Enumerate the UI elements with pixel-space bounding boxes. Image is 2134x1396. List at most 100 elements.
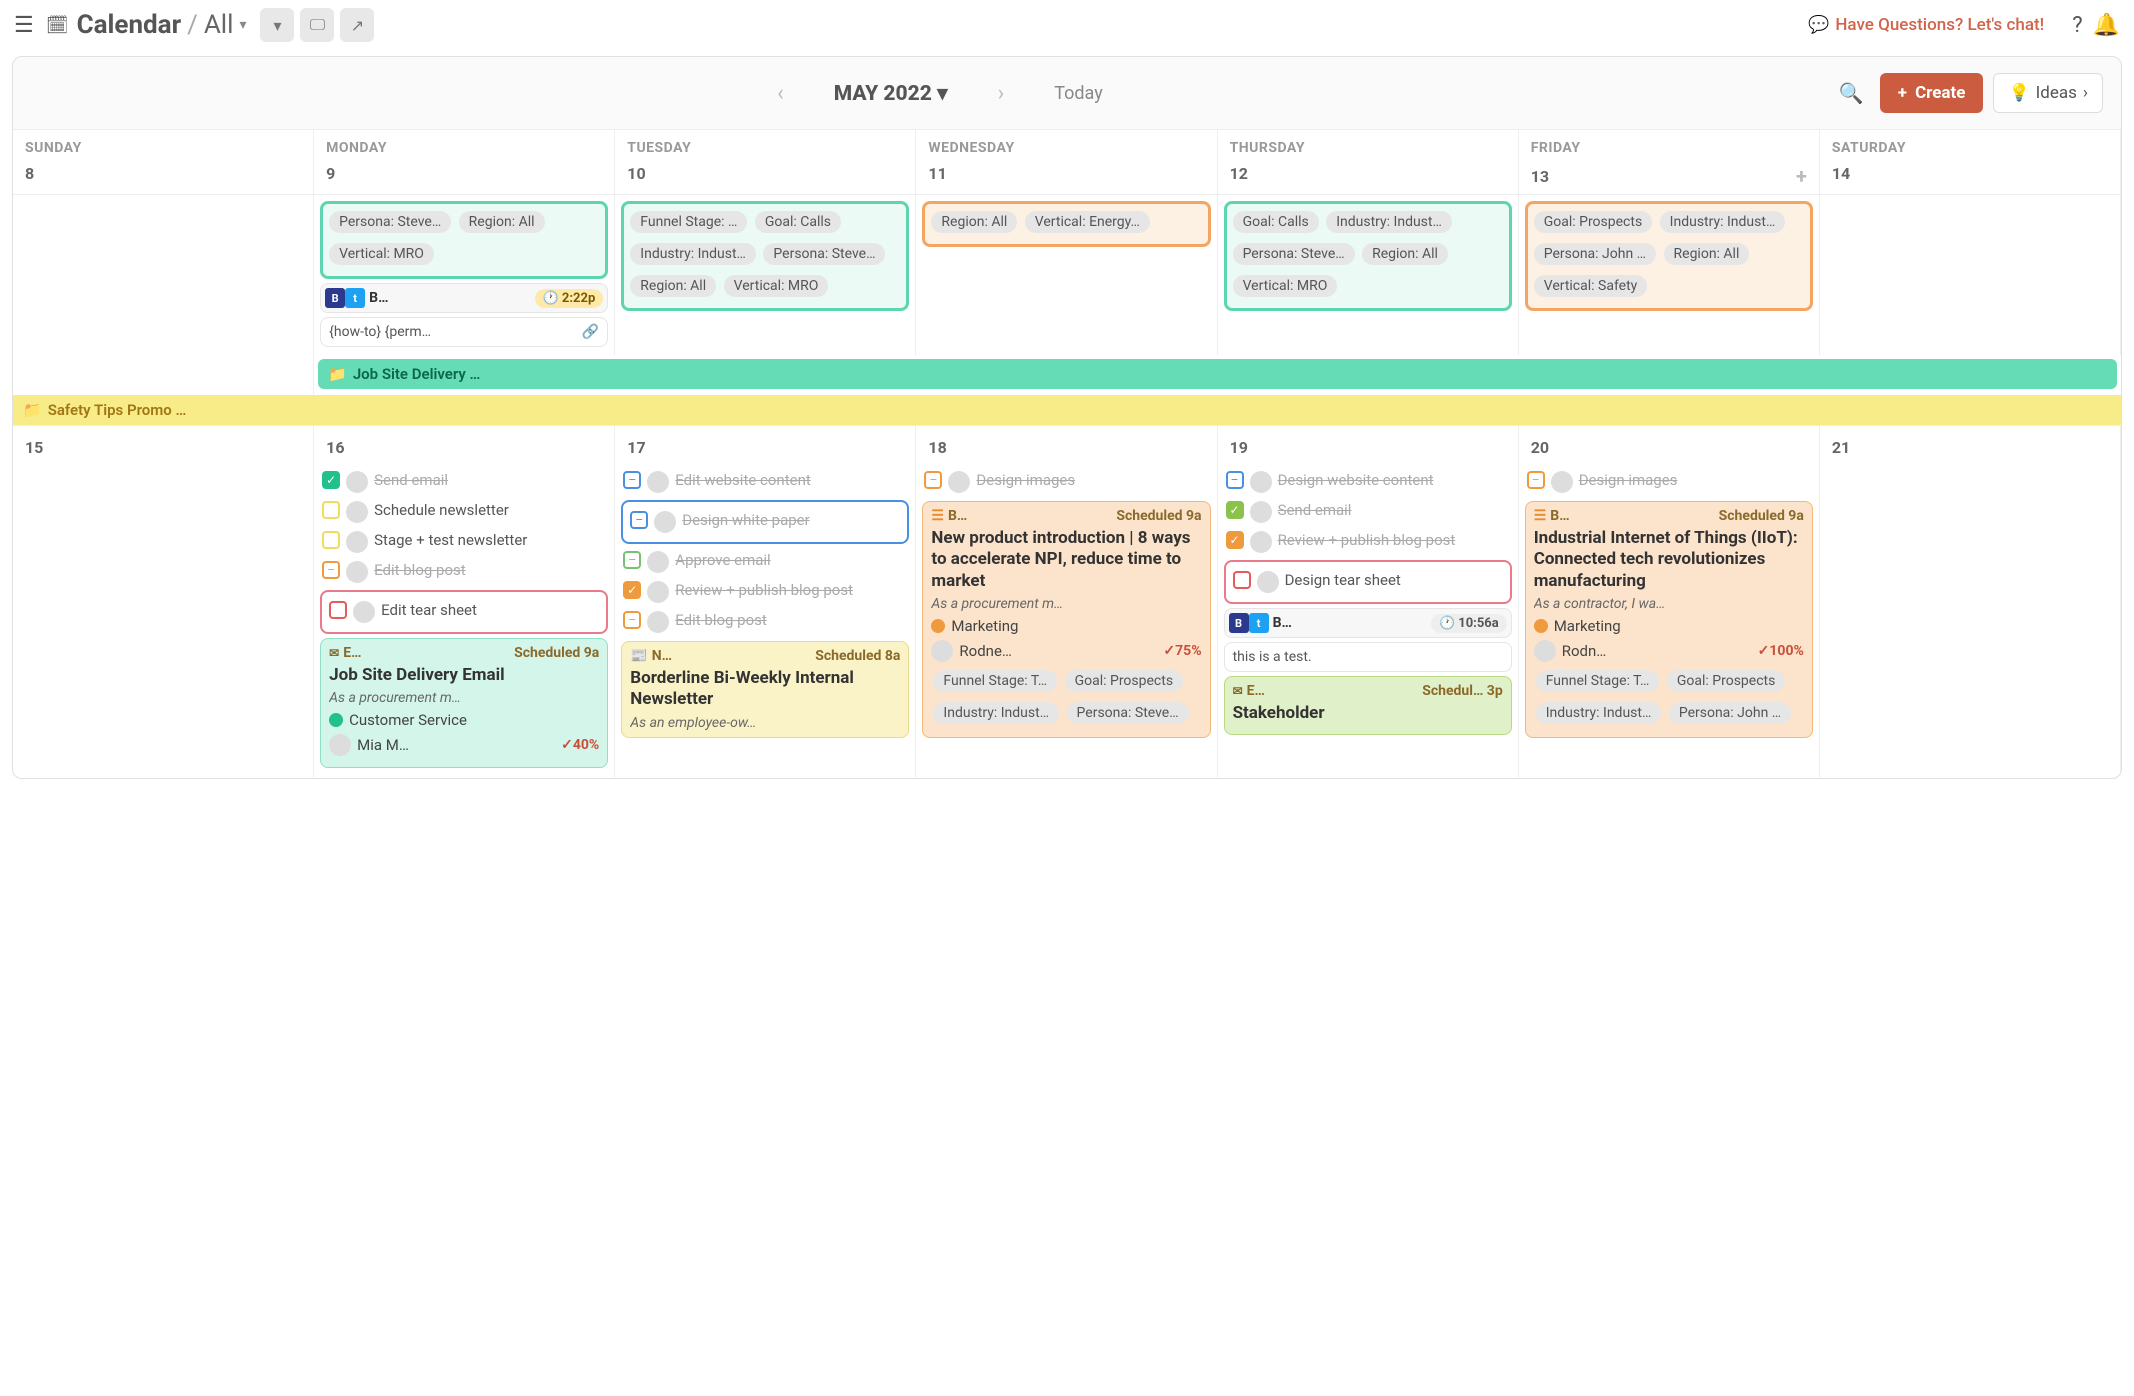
- tag-pill[interactable]: Vertical: MRO: [724, 275, 829, 297]
- social-message[interactable]: Bt B… 10:56a: [1224, 608, 1512, 638]
- day-cell[interactable]: 20 –Design images ☰B…Scheduled 9a Indust…: [1519, 426, 1820, 778]
- tag-pill[interactable]: Persona: John …: [1534, 243, 1656, 265]
- tag-pill[interactable]: Region: All: [1664, 243, 1750, 265]
- checkbox-icon[interactable]: –: [623, 611, 641, 629]
- event-card[interactable]: ✉E…Schedul… 3p Stakeholder: [1224, 676, 1512, 735]
- day-cell[interactable]: [13, 195, 314, 355]
- task[interactable]: ✓Review + publish blog post: [621, 577, 909, 607]
- tag-pill[interactable]: Industry: Indust…: [630, 243, 756, 265]
- day-cell[interactable]: Funnel Stage: … Goal: Calls Industry: In…: [615, 195, 916, 355]
- task-highlight[interactable]: –Design white paper: [621, 500, 909, 544]
- tag-pill[interactable]: Industry: Indust…: [1536, 702, 1662, 724]
- checkbox-icon[interactable]: ✓: [1226, 531, 1244, 549]
- checkbox-icon[interactable]: –: [924, 471, 942, 489]
- tag-pill[interactable]: Industry: Indust…: [933, 702, 1059, 724]
- task[interactable]: –Design images: [922, 467, 1210, 497]
- event-card[interactable]: Funnel Stage: … Goal: Calls Industry: In…: [621, 201, 909, 311]
- checkbox-icon[interactable]: [322, 501, 340, 519]
- next-month-button[interactable]: ›: [988, 81, 1015, 106]
- event-card[interactable]: ☰B…Scheduled 9a Industrial Internet of T…: [1525, 501, 1813, 738]
- tag-pill[interactable]: Goal: Prospects: [1065, 670, 1183, 692]
- checkbox-icon[interactable]: [1233, 571, 1251, 589]
- prev-month-button[interactable]: ‹: [767, 81, 794, 106]
- tag-pill[interactable]: Region: All: [931, 211, 1017, 233]
- hamburger-icon[interactable]: ☰: [14, 13, 34, 38]
- tag-pill[interactable]: Persona: John …: [1669, 702, 1791, 724]
- day-cell[interactable]: Goal: Calls Industry: Indust… Persona: S…: [1218, 195, 1519, 355]
- breadcrumb[interactable]: All: [204, 10, 234, 40]
- day-cell[interactable]: 18 –Design images ☰B…Scheduled 9a New pr…: [916, 426, 1217, 778]
- event-card[interactable]: 📰N…Scheduled 8a Borderline Bi-Weekly Int…: [621, 641, 909, 738]
- checkbox-icon[interactable]: [329, 601, 347, 619]
- task[interactable]: –Edit blog post: [320, 557, 608, 587]
- search-icon[interactable]: 🔍: [1839, 81, 1864, 105]
- task[interactable]: Schedule newsletter: [320, 497, 608, 527]
- task[interactable]: –Edit website content: [621, 467, 909, 497]
- event-card[interactable]: Goal: Calls Industry: Indust… Persona: S…: [1224, 201, 1512, 311]
- day-cell[interactable]: 16 ✓Send email Schedule newsletter Stage…: [314, 426, 615, 778]
- filter-button[interactable]: ▾: [260, 8, 294, 42]
- task-highlight[interactable]: Design tear sheet: [1224, 560, 1512, 604]
- campaign-banner[interactable]: 📁Safety Tips Promo …: [13, 395, 2121, 425]
- share-button[interactable]: ↗: [340, 8, 374, 42]
- day-cell[interactable]: Persona: Steve… Region: All Vertical: MR…: [314, 195, 615, 355]
- task[interactable]: –Design website content: [1224, 467, 1512, 497]
- event-card[interactable]: Region: All Vertical: Energy…: [922, 201, 1210, 247]
- day-cell[interactable]: Region: All Vertical: Energy…: [916, 195, 1217, 355]
- tag-pill[interactable]: Persona: Steve…: [1233, 243, 1355, 265]
- tag-pill[interactable]: Funnel Stage: …: [630, 211, 747, 233]
- tag-pill[interactable]: Goal: Prospects: [1667, 670, 1785, 692]
- notifications-icon[interactable]: 🔔: [2093, 13, 2120, 38]
- tag-pill[interactable]: Region: All: [459, 211, 545, 233]
- task[interactable]: ✓Send email: [1224, 497, 1512, 527]
- checkbox-icon[interactable]: [322, 531, 340, 549]
- display-button[interactable]: 🖵: [300, 8, 334, 42]
- campaign-banner[interactable]: 📁Job Site Delivery …: [318, 359, 2117, 389]
- task[interactable]: –Approve email: [621, 547, 909, 577]
- task[interactable]: Stage + test newsletter: [320, 527, 608, 557]
- tag-pill[interactable]: Region: All: [1362, 243, 1448, 265]
- tag-pill[interactable]: Goal: Calls: [1233, 211, 1319, 233]
- task[interactable]: ✓Review + publish blog post: [1224, 527, 1512, 557]
- task[interactable]: ✓Send email: [320, 467, 608, 497]
- tag-pill[interactable]: Goal: Calls: [755, 211, 841, 233]
- checkbox-icon[interactable]: –: [623, 471, 641, 489]
- task[interactable]: –Edit blog post: [621, 607, 909, 637]
- tag-pill[interactable]: Vertical: Energy…: [1025, 211, 1150, 233]
- help-icon[interactable]: ?: [2072, 13, 2082, 38]
- day-cell[interactable]: 19 –Design website content ✓Send email ✓…: [1218, 426, 1519, 778]
- tag-pill[interactable]: Persona: Steve…: [763, 243, 885, 265]
- checkbox-icon[interactable]: –: [623, 551, 641, 569]
- tag-pill[interactable]: Persona: Steve…: [1067, 702, 1189, 724]
- today-button[interactable]: Today: [1054, 83, 1102, 104]
- add-icon[interactable]: +: [1796, 164, 1807, 188]
- tag-pill[interactable]: Industry: Indust…: [1326, 211, 1452, 233]
- task[interactable]: –Design images: [1525, 467, 1813, 497]
- day-cell[interactable]: [1820, 195, 2121, 355]
- tag-pill[interactable]: Region: All: [630, 275, 716, 297]
- event-card[interactable]: Goal: Prospects Industry: Indust… Person…: [1525, 201, 1813, 311]
- event-card[interactable]: ☰B…Scheduled 9a New product introduction…: [922, 501, 1210, 738]
- tag-pill[interactable]: Goal: Prospects: [1534, 211, 1652, 233]
- tag-pill[interactable]: Vertical: MRO: [1233, 275, 1338, 297]
- checkbox-icon[interactable]: –: [1527, 471, 1545, 489]
- tag-pill[interactable]: Funnel Stage: T…: [933, 670, 1057, 692]
- message-preview[interactable]: this is a test.: [1224, 642, 1512, 672]
- day-cell[interactable]: 15: [13, 426, 314, 778]
- checkbox-icon[interactable]: –: [322, 561, 340, 579]
- chat-link[interactable]: 💬 Have Questions? Let's chat!: [1808, 15, 2044, 35]
- checkbox-icon[interactable]: –: [630, 511, 648, 529]
- event-card[interactable]: ✉E…Scheduled 9a Job Site Delivery Email …: [320, 638, 608, 768]
- event-card[interactable]: Persona: Steve… Region: All Vertical: MR…: [320, 201, 608, 279]
- checkbox-icon[interactable]: ✓: [1226, 501, 1244, 519]
- tag-pill[interactable]: Vertical: Safety: [1534, 275, 1648, 297]
- month-label[interactable]: MAY 2022 ▾: [834, 81, 948, 106]
- checkbox-icon[interactable]: ✓: [623, 581, 641, 599]
- social-message[interactable]: Bt B… 2:22p: [320, 283, 608, 313]
- tag-pill[interactable]: Funnel Stage: T…: [1536, 670, 1660, 692]
- day-cell[interactable]: 17 –Edit website content –Design white p…: [615, 426, 916, 778]
- tag-pill[interactable]: Vertical: MRO: [329, 243, 434, 265]
- checkbox-icon[interactable]: –: [1226, 471, 1244, 489]
- tag-pill[interactable]: Persona: Steve…: [329, 211, 451, 233]
- chevron-down-icon[interactable]: ▾: [239, 17, 246, 33]
